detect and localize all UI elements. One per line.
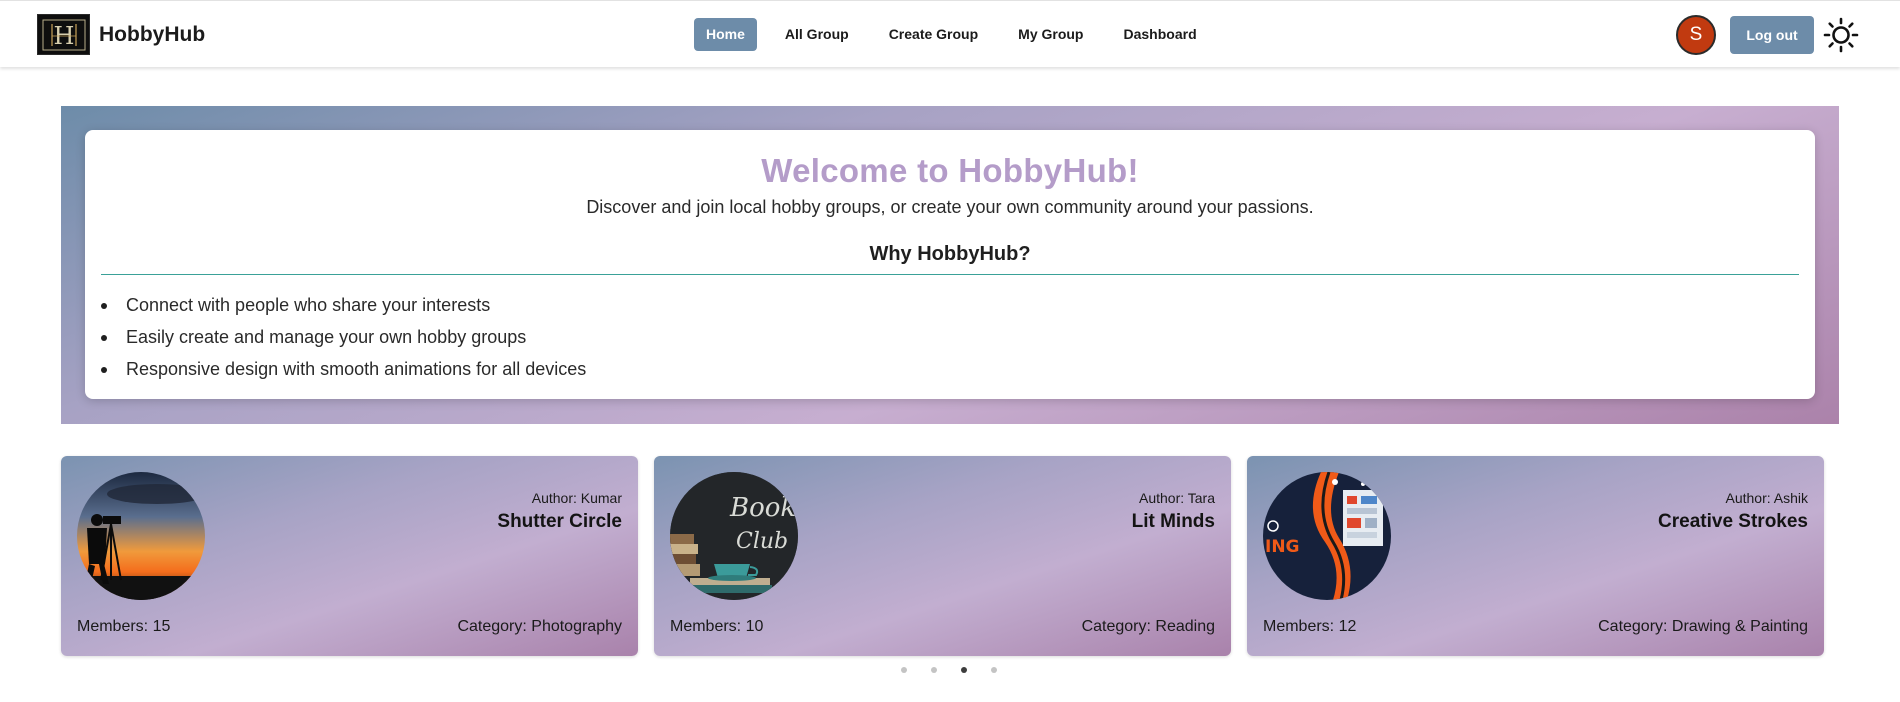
- hero-card: Welcome to HobbyHub! Discover and join l…: [85, 130, 1815, 399]
- feature-item: Easily create and manage your own hobby …: [101, 321, 586, 353]
- sun-icon[interactable]: [1823, 17, 1859, 53]
- card-category: Category: Photography: [457, 618, 622, 635]
- carousel-dot[interactable]: [991, 667, 997, 673]
- card-members: Members: 12: [1263, 618, 1357, 635]
- feature-item: Responsive design with smooth animations…: [101, 353, 587, 385]
- nav-link-create-group[interactable]: Create Group: [877, 18, 990, 51]
- group-card[interactable]: ING Author: Ashik Creative Strokes Membe…: [1247, 456, 1824, 656]
- bullet-icon: [101, 335, 107, 341]
- logout-button[interactable]: Log out: [1730, 16, 1814, 54]
- card-author: Author: Ashik: [1725, 490, 1809, 506]
- nav-link-dashboard[interactable]: Dashboard: [1112, 18, 1209, 51]
- bullet-icon: [101, 303, 107, 309]
- card-members: Members: 10: [670, 618, 764, 635]
- nav-link-home[interactable]: Home: [694, 18, 757, 51]
- nav-link-all-group[interactable]: All Group: [773, 18, 861, 51]
- carousel-dot[interactable]: [901, 667, 907, 673]
- brand[interactable]: H HobbyHub: [37, 14, 205, 55]
- feature-list: Connect with people who share your inter…: [101, 289, 587, 385]
- group-card[interactable]: Author: Kumar Shutter Circle Members: 15…: [61, 456, 638, 656]
- card-title: Shutter Circle: [497, 511, 622, 532]
- card-author: Author: Tara: [1138, 490, 1215, 506]
- card-members: Members: 15: [77, 618, 171, 635]
- carousel-dot[interactable]: [931, 667, 937, 673]
- feature-item: Connect with people who share your inter…: [101, 289, 586, 321]
- hero-subtitle: Discover and join local hobby groups, or…: [586, 197, 1314, 217]
- svg-text:ING: ING: [1265, 537, 1300, 557]
- svg-text:Book: Book: [729, 493, 796, 523]
- carousel-dot[interactable]: [961, 667, 967, 673]
- bullet-icon: [101, 367, 107, 373]
- main-nav: Home All Group Create Group My Group Das…: [694, 18, 1225, 51]
- divider: [101, 274, 1799, 275]
- card-category: Category: Drawing & Painting: [1598, 618, 1808, 635]
- feature-text: Easily create and manage your own hobby …: [126, 327, 527, 347]
- card-author: Author: Kumar: [531, 490, 622, 506]
- hero-title: Welcome to HobbyHub!: [761, 152, 1139, 189]
- group-card[interactable]: Book Club Author: Tara Lit Minds Members…: [654, 456, 1231, 656]
- group-image-reading: Book Club: [670, 472, 798, 600]
- card-title: Lit Minds: [1131, 511, 1215, 532]
- brand-name: HobbyHub: [99, 22, 206, 46]
- carousel-pagination: [901, 667, 1021, 673]
- navbar: H HobbyHub Home All Group Create Group M…: [0, 0, 1900, 67]
- group-image-painting: ING: [1263, 472, 1391, 600]
- card-title: Creative Strokes: [1658, 511, 1808, 532]
- svg-text:Club: Club: [736, 529, 788, 554]
- group-carousel: Author: Kumar Shutter Circle Members: 15…: [61, 456, 1839, 656]
- logo-icon: H: [37, 14, 90, 55]
- avatar[interactable]: S: [1676, 15, 1716, 55]
- card-category: Category: Reading: [1081, 618, 1215, 635]
- group-image-photography: [77, 472, 205, 600]
- why-heading: Why HobbyHub?: [869, 243, 1031, 265]
- nav-link-my-group[interactable]: My Group: [1006, 18, 1095, 51]
- feature-text: Responsive design with smooth animations…: [126, 359, 587, 379]
- feature-text: Connect with people who share your inter…: [126, 295, 491, 315]
- hero-banner: Welcome to HobbyHub! Discover and join l…: [61, 106, 1839, 424]
